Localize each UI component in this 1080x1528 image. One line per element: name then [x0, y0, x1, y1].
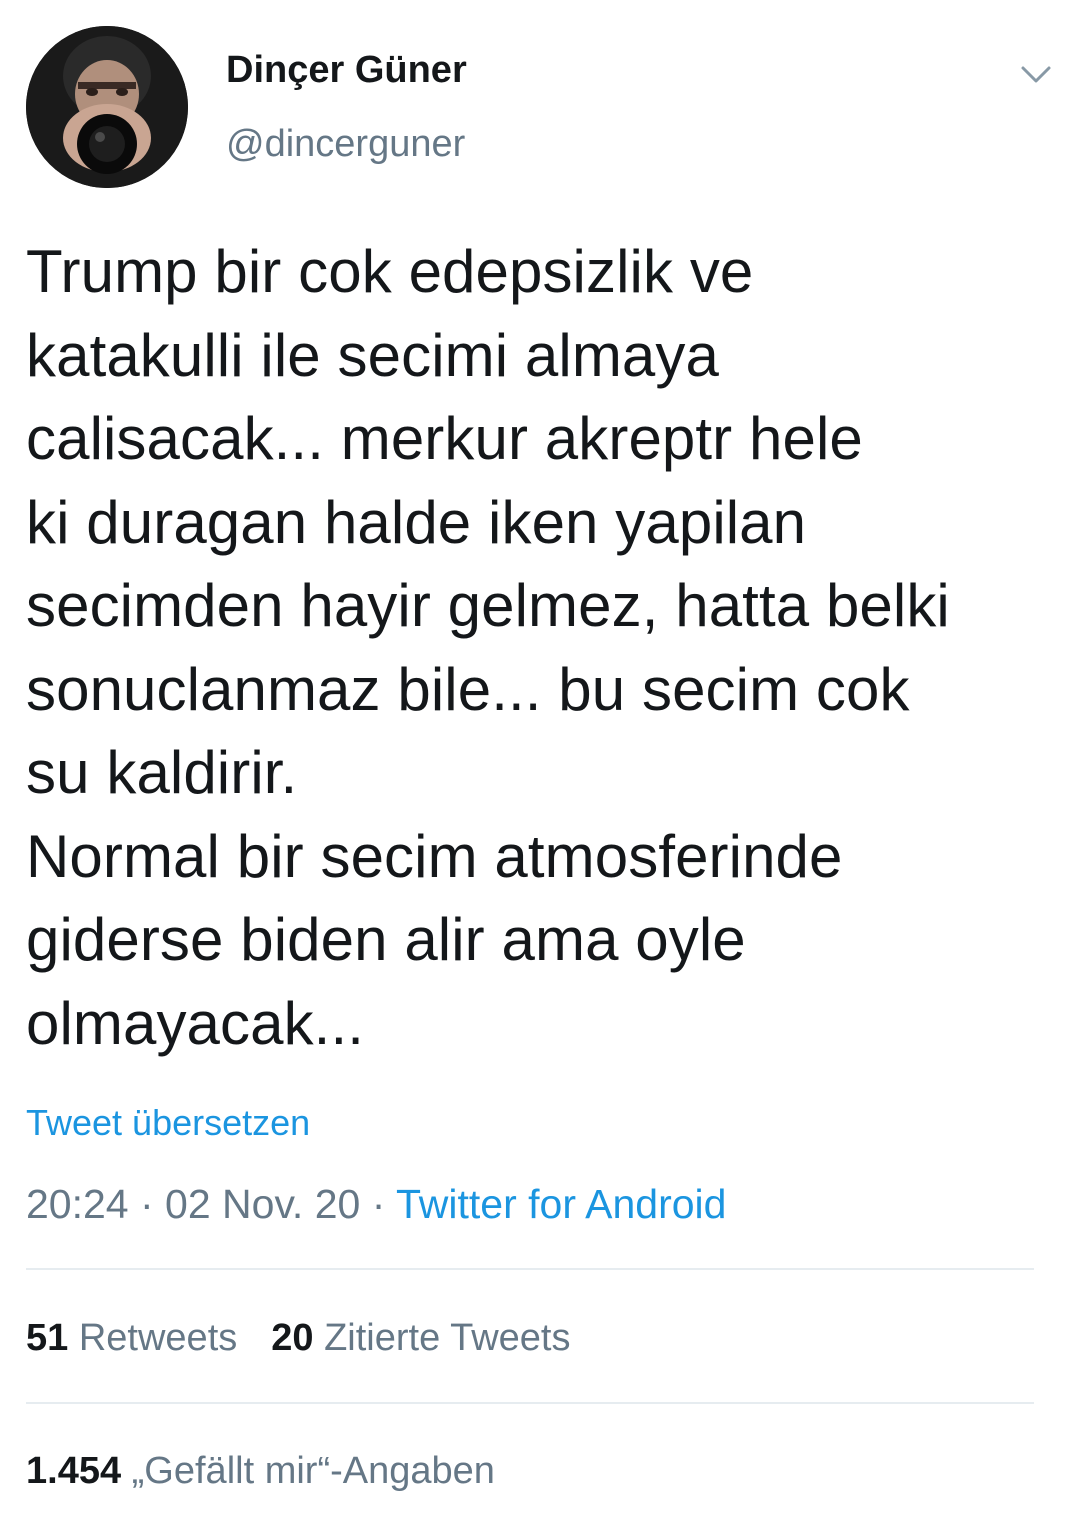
tweet-header: Dinçer Güner @dincerguner — [26, 26, 1056, 188]
chevron-down-icon[interactable] — [1016, 54, 1056, 94]
likes-stat[interactable]: 1.454 „Gefällt mir“-Angaben — [26, 1447, 495, 1495]
meta-separator: · — [128, 1181, 166, 1227]
tweet-text: Trump bir cok edepsizlik ve katakulli il… — [26, 238, 950, 1057]
author-names: Dinçer Güner @dincerguner — [226, 46, 467, 168]
tweet-time: 20:24 — [26, 1181, 129, 1227]
retweets-label: Retweets — [78, 1317, 238, 1359]
likes-count: 1.454 — [26, 1450, 122, 1492]
retweets-stat[interactable]: 51 Retweets — [26, 1314, 237, 1362]
quotes-count: 20 — [271, 1317, 314, 1359]
tweet-date: 02 Nov. 20 — [165, 1181, 361, 1227]
likes-label: „Gefällt mir“-Angaben — [131, 1450, 495, 1492]
tweet-meta: 20:24 · 02 Nov. 20 · Twitter for Android — [26, 1178, 726, 1230]
quotes-stat[interactable]: 20 Zitierte Tweets — [271, 1314, 570, 1362]
likes-stats: 1.454 „Gefällt mir“-Angaben — [26, 1447, 495, 1495]
author-handle[interactable]: @dincerguner — [226, 120, 467, 168]
translate-tweet-link[interactable]: Tweet übersetzen — [26, 1100, 310, 1146]
tweet-detail: Dinçer Güner @dincerguner Trump bir cok … — [0, 0, 1080, 1528]
author-display-name[interactable]: Dinçer Güner — [226, 46, 467, 94]
meta-separator: · — [360, 1181, 397, 1227]
divider — [26, 1402, 1034, 1404]
engagement-stats: 51 Retweets 20 Zitierte Tweets — [26, 1314, 570, 1362]
avatar[interactable] — [26, 26, 188, 188]
divider — [26, 1268, 1034, 1270]
tweet-source-link[interactable]: Twitter for Android — [396, 1181, 726, 1227]
quotes-label: Zitierte Tweets — [324, 1317, 571, 1359]
retweets-count: 51 — [26, 1317, 69, 1359]
